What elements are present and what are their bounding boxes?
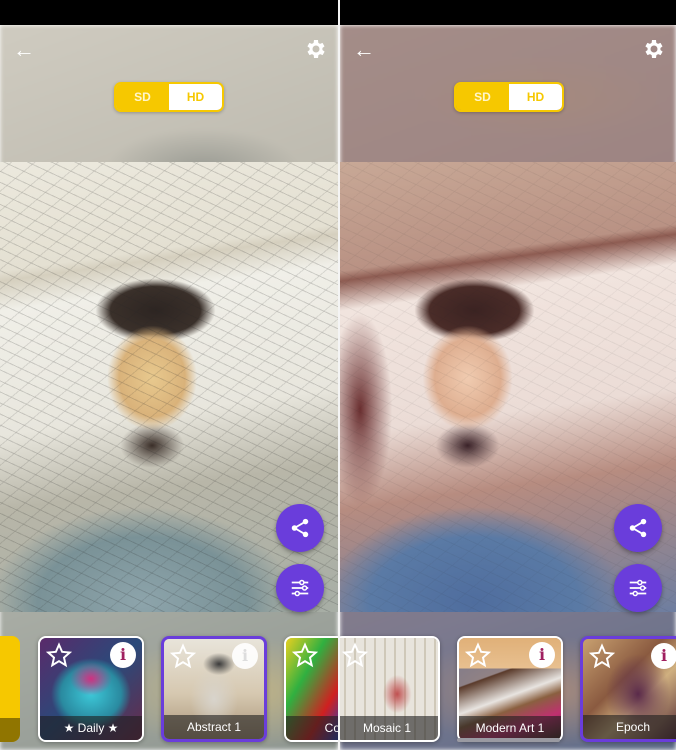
filter-label — [0, 718, 20, 742]
info-icon[interactable]: i — [529, 642, 555, 668]
filter-card-partial[interactable] — [0, 636, 20, 742]
filter-strip[interactable]: Mosaic 1 i Modern Art 1 i Epoch — [340, 622, 676, 750]
filter-label: ★ Daily ★ — [40, 716, 142, 740]
share-button[interactable] — [276, 504, 324, 552]
status-bar — [0, 0, 338, 25]
adjust-button[interactable] — [614, 564, 662, 612]
sliders-icon — [629, 579, 647, 597]
quality-toggle: SD HD — [114, 82, 224, 112]
status-bar — [340, 0, 676, 25]
info-icon[interactable]: i — [232, 643, 258, 669]
filter-label: Epoch — [583, 715, 676, 739]
hd-option[interactable]: HD — [169, 84, 222, 110]
back-button[interactable]: ← — [350, 37, 378, 63]
settings-button[interactable] — [304, 37, 328, 61]
top-bar: ← — [340, 25, 676, 75]
back-arrow-icon: ← — [353, 37, 375, 62]
favorite-star-icon[interactable] — [292, 642, 318, 668]
share-icon — [629, 518, 647, 538]
adjust-button[interactable] — [276, 564, 324, 612]
left-screen: ← SD HD i ★ Daily ★ i Abstract 1 C — [0, 0, 338, 750]
filter-card-color[interactable]: Colo — [284, 636, 338, 742]
favorite-star-icon[interactable] — [342, 642, 368, 668]
settings-button[interactable] — [642, 37, 666, 61]
sd-option[interactable]: SD — [456, 84, 509, 110]
filter-card-modern-art-1[interactable]: i Modern Art 1 — [457, 636, 563, 742]
favorite-star-icon[interactable] — [465, 642, 491, 668]
gear-icon — [307, 40, 325, 58]
sliders-icon — [291, 579, 309, 597]
filter-card-epoch[interactable]: i Epoch — [580, 636, 676, 742]
filter-label: Colo — [286, 716, 338, 740]
scroll-indicator[interactable] — [457, 738, 560, 742]
filter-label: Abstract 1 — [164, 715, 264, 739]
filter-strip[interactable]: i ★ Daily ★ i Abstract 1 Colo — [0, 622, 338, 750]
filter-label: Modern Art 1 — [459, 716, 561, 740]
gear-icon — [645, 40, 663, 58]
back-arrow-icon: ← — [13, 37, 35, 62]
top-bar: ← — [0, 25, 338, 75]
filter-label: Mosaic 1 — [340, 716, 438, 740]
favorite-star-icon[interactable] — [46, 642, 72, 668]
sd-option[interactable]: SD — [116, 84, 169, 110]
favorite-star-icon[interactable] — [589, 643, 615, 669]
share-button[interactable] — [614, 504, 662, 552]
back-button[interactable]: ← — [10, 37, 38, 63]
filter-card-abstract-1[interactable]: i Abstract 1 — [161, 636, 267, 742]
hd-option[interactable]: HD — [509, 84, 562, 110]
right-screen: ← SD HD Mosaic 1 i Modern Art 1 i Epoch — [340, 0, 676, 750]
filter-card-mosaic-1[interactable]: Mosaic 1 — [340, 636, 440, 742]
info-icon[interactable]: i — [110, 642, 136, 668]
share-icon — [291, 518, 309, 538]
info-icon[interactable]: i — [651, 643, 676, 669]
quality-toggle: SD HD — [454, 82, 564, 112]
filter-card-daily[interactable]: i ★ Daily ★ — [38, 636, 144, 742]
favorite-star-icon[interactable] — [170, 643, 196, 669]
